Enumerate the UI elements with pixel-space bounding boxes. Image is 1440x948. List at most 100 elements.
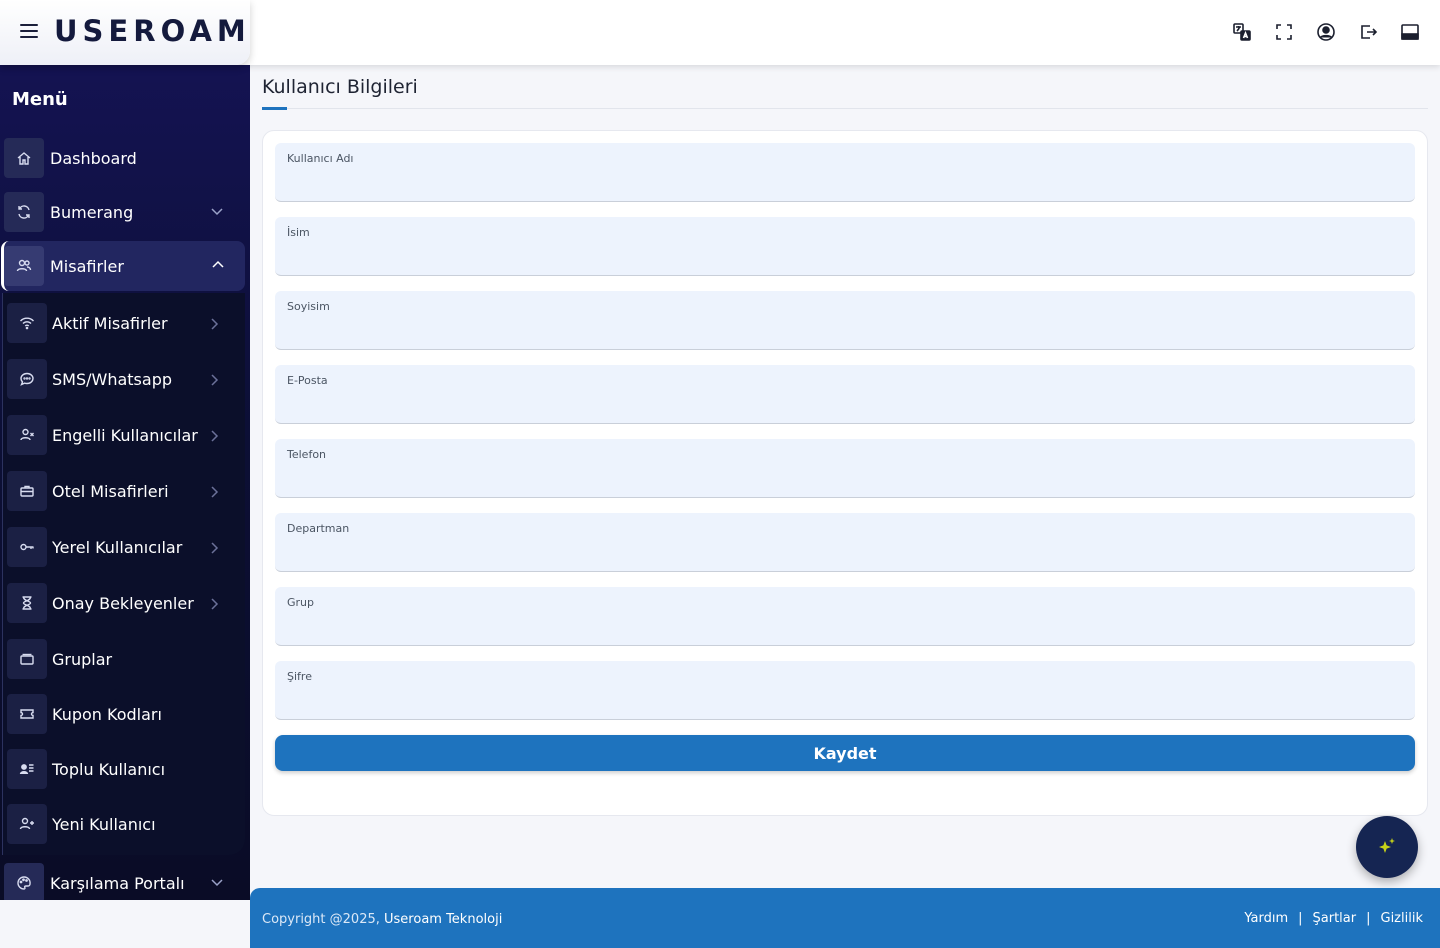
chevron-down-icon (210, 203, 224, 217)
phone-label: Telefon (287, 448, 327, 461)
email-field[interactable]: E-Posta (275, 365, 1415, 424)
sidebar-subitem-kupon-kodlari[interactable]: Kupon Kodları (7, 692, 243, 736)
sidebar-item-label: Dashboard (50, 148, 137, 168)
sidebar-subitem-label: Engelli Kullanıcılar (52, 425, 198, 445)
first-name-field[interactable]: İsim (275, 217, 1415, 276)
refresh-icon (4, 192, 44, 232)
password-field[interactable]: Şifre (275, 661, 1415, 720)
folder-icon (7, 639, 47, 679)
useroam-logo[interactable]: USEROAM (54, 14, 251, 48)
privacy-link[interactable]: Gizlilik (1381, 911, 1424, 926)
sidebar-subitem-label: Yeni Kullanıcı (52, 814, 156, 834)
message-icon (7, 359, 47, 399)
group-field[interactable]: Grup (275, 587, 1415, 646)
sidebar-item-misafirler[interactable]: Misafirler (1, 241, 245, 291)
key-icon (7, 527, 47, 567)
chevron-up-icon (211, 257, 225, 271)
user-account-icon[interactable] (1316, 22, 1336, 42)
email-input[interactable] (287, 393, 1397, 417)
chevron-right-icon (209, 428, 221, 442)
footer-separator: | (1366, 911, 1371, 926)
sidebar-subitem-engelli-kullanicilar[interactable]: Engelli Kullanıcılar (7, 413, 243, 457)
chevron-down-icon (210, 874, 224, 888)
sidebar-item-label: Bumerang (50, 202, 134, 222)
sidebar-subitem-sms-whatsapp[interactable]: SMS/Whatsapp (7, 357, 243, 401)
sidebar-subitem-label: Otel Misafirleri (52, 481, 169, 501)
first-name-input[interactable] (287, 245, 1397, 269)
department-input[interactable] (287, 541, 1397, 565)
misafirler-submenu: Aktif Misafirler SMS/Whatsapp Engelli Ku… (2, 293, 245, 855)
sidebar-subitem-label: Kupon Kodları (52, 704, 162, 724)
sidebar: Menü Dashboard Bumerang Misafirler Aktif… (0, 65, 250, 900)
footer-separator: | (1298, 911, 1303, 926)
save-button[interactable]: Kaydet (275, 735, 1415, 771)
user-block-icon (7, 415, 47, 455)
last-name-label: Soyisim (287, 300, 330, 313)
help-link[interactable]: Yardım (1244, 911, 1288, 926)
sidebar-subitem-label: Onay Bekleyenler (52, 593, 194, 613)
translate-icon[interactable] (1232, 22, 1252, 42)
sidebar-subitem-yerel-kullanicilar[interactable]: Yerel Kullanıcılar (7, 525, 243, 569)
sidebar-item-label: Misafirler (50, 256, 124, 276)
ticket-icon (7, 694, 47, 734)
sidebar-subitem-yeni-kullanici[interactable]: Yeni Kullanıcı (7, 802, 243, 846)
copyright: Copyright @2025, Useroam Teknoloji (262, 912, 502, 927)
department-label: Departman (287, 522, 350, 535)
phone-input[interactable] (287, 467, 1397, 491)
sidebar-bottom-filler (0, 900, 250, 948)
title-divider (262, 108, 1428, 109)
sidebar-subitem-onay-bekleyenler[interactable]: Onay Bekleyenler (7, 581, 243, 625)
hamburger-menu-icon[interactable] (20, 22, 38, 40)
title-accent (262, 107, 287, 110)
sidebar-subitem-otel-misafirleri[interactable]: Otel Misafirleri (7, 469, 243, 513)
logout-icon[interactable] (1358, 22, 1378, 42)
fullscreen-icon[interactable] (1274, 22, 1294, 42)
terms-link[interactable]: Şartlar (1313, 911, 1357, 926)
first-name-label: İsim (287, 226, 310, 239)
email-label: E-Posta (287, 374, 328, 387)
password-label: Şifre (287, 670, 312, 683)
password-input[interactable] (287, 689, 1397, 713)
sparkle-icon (1379, 838, 1395, 853)
user-list-icon (7, 749, 47, 789)
chevron-right-icon (209, 316, 221, 330)
chevron-right-icon (209, 596, 221, 610)
username-input[interactable] (287, 171, 1397, 195)
briefcase-icon (7, 471, 47, 511)
page-title: Kullanıcı Bilgileri (262, 76, 418, 98)
sidebar-subitem-label: SMS/Whatsapp (52, 369, 172, 389)
logo-text: USEROAM (54, 14, 251, 48)
wifi-icon (7, 303, 47, 343)
sidebar-item-dashboard[interactable]: Dashboard (4, 133, 244, 183)
sidebar-subitem-gruplar[interactable]: Gruplar (7, 637, 243, 681)
phone-field[interactable]: Telefon (275, 439, 1415, 498)
chevron-right-icon (209, 372, 221, 386)
hourglass-icon (7, 583, 47, 623)
group-input[interactable] (287, 615, 1397, 639)
user-info-form: Kullanıcı Adı İsim Soyisim E-Posta Telef… (262, 130, 1428, 816)
sidebar-item-karsilama-portali[interactable]: Karşılama Portalı (4, 858, 244, 900)
group-label: Grup (287, 596, 315, 609)
copyright-text: Copyright @2025, (262, 912, 380, 927)
brand-area: USEROAM (0, 0, 250, 65)
sidebar-subitem-aktif-misafirler[interactable]: Aktif Misafirler (7, 301, 243, 345)
username-field[interactable]: Kullanıcı Adı (275, 143, 1415, 202)
chevron-right-icon (209, 484, 221, 498)
company-link[interactable]: Useroam Teknoloji (384, 912, 502, 927)
department-field[interactable]: Departman (275, 513, 1415, 572)
sidebar-item-bumerang[interactable]: Bumerang (4, 187, 244, 237)
username-label: Kullanıcı Adı (287, 152, 354, 165)
menu-title: Menü (12, 89, 68, 110)
footer-links: Yardım | Şartlar | Gizlilik (1244, 911, 1423, 926)
panel-layout-icon[interactable] (1400, 22, 1420, 42)
last-name-field[interactable]: Soyisim (275, 291, 1415, 350)
sidebar-subitem-toplu-kullanici[interactable]: Toplu Kullanıcı (7, 747, 243, 791)
user-add-icon (7, 804, 47, 844)
sidebar-item-label: Karşılama Portalı (50, 873, 185, 893)
ai-assistant-button[interactable] (1356, 816, 1418, 878)
last-name-input[interactable] (287, 319, 1397, 343)
top-toolbar (1232, 22, 1420, 42)
footer: Copyright @2025, Useroam Teknoloji Yardı… (250, 888, 1440, 948)
sidebar-subitem-label: Aktif Misafirler (52, 313, 168, 333)
home-icon (4, 138, 44, 178)
